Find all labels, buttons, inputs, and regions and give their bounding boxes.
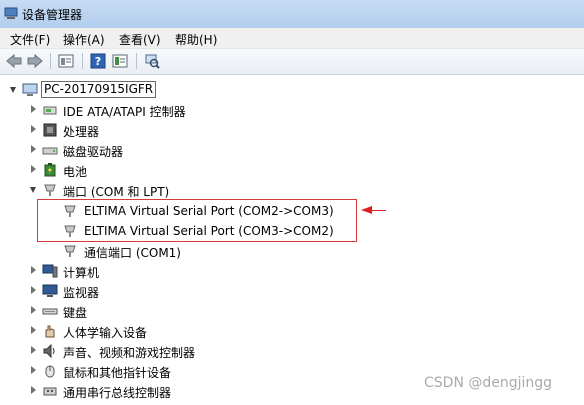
port-icon <box>44 184 56 196</box>
tree-item-hid[interactable]: 人体学输入设备 <box>0 322 300 340</box>
forward-arrow-icon[interactable] <box>25 52 45 70</box>
expand-arrow-icon[interactable] <box>31 286 36 294</box>
toolbar-separator <box>82 53 83 69</box>
disk-drive-icon <box>42 147 58 155</box>
tree-item-label: 通信端口 (COM1) <box>84 246 181 260</box>
tree-item-ide[interactable]: IDE ATA/ATAPI 控制器 <box>0 101 300 119</box>
collapse-arrow-icon[interactable] <box>10 87 16 93</box>
computer-icon <box>22 83 38 96</box>
properties-icon[interactable] <box>56 52 76 70</box>
expand-arrow-icon[interactable] <box>31 306 36 314</box>
menu-view[interactable]: 查看(V) <box>119 31 161 48</box>
menu-action[interactable]: 操作(A) <box>63 31 105 48</box>
view-icon[interactable] <box>110 52 130 70</box>
tree-item-processor[interactable]: 处理器 <box>0 121 300 139</box>
tree-item-label: IDE ATA/ATAPI 控制器 <box>63 105 186 119</box>
tree-item-com1[interactable]: 通信端口 (COM1) <box>0 242 300 260</box>
expand-arrow-icon[interactable] <box>31 346 36 354</box>
tree-item-label: 计算机 <box>63 266 100 280</box>
menu-file[interactable]: 文件(F) <box>10 31 50 48</box>
battery-icon <box>44 163 56 177</box>
tree-item-label: 端口 (COM 和 LPT) <box>63 185 170 199</box>
keyboard-icon <box>42 308 58 315</box>
expand-arrow-icon[interactable] <box>31 326 36 334</box>
tree-root-label: PC-20170915IGFR <box>41 81 157 98</box>
mouse-icon <box>45 365 55 378</box>
tree-item-computer[interactable]: 计算机 <box>0 262 300 280</box>
tree-item-ports[interactable]: 端口 (COM 和 LPT) <box>0 181 300 199</box>
highlight-box <box>37 199 357 242</box>
menu-bar: 文件(F) 操作(A) 查看(V) 帮助(H) <box>0 28 584 49</box>
help-icon[interactable]: ? <box>88 52 108 70</box>
tree-item-keyboard[interactable]: 键盘 <box>0 302 300 320</box>
tree-item-monitor[interactable]: 监视器 <box>0 282 300 300</box>
tree-item-label: 鼠标和其他指针设备 <box>63 366 172 380</box>
expand-arrow-icon[interactable] <box>31 105 36 113</box>
sound-icon <box>43 343 55 359</box>
tree-item-label: 磁盘驱动器 <box>63 145 124 159</box>
tree-item-label: 键盘 <box>63 306 88 320</box>
monitor-icon <box>42 284 58 297</box>
device-manager-icon <box>4 7 18 19</box>
red-arrow-line <box>372 210 386 211</box>
processor-icon <box>43 123 57 137</box>
tree-item-disk[interactable]: 磁盘驱动器 <box>0 141 300 159</box>
device-tree: PC-20170915IGFR IDE ATA/ATAPI 控制器 处理器 磁盘… <box>0 75 584 405</box>
toolbar-separator <box>136 53 137 69</box>
toolbar-separator <box>50 53 51 69</box>
tree-item-label: 声音、视频和游戏控制器 <box>63 346 196 360</box>
toolbar: ? <box>0 49 584 75</box>
tree-item-mouse[interactable]: 鼠标和其他指针设备 <box>0 362 300 380</box>
svg-text:?: ? <box>95 55 101 68</box>
tree-item-battery[interactable]: 电池 <box>0 161 300 179</box>
window-title: 设备管理器 <box>22 8 83 22</box>
expand-arrow-icon[interactable] <box>31 145 36 153</box>
collapse-arrow-icon[interactable] <box>30 187 36 193</box>
tree-item-label: 处理器 <box>63 125 100 139</box>
menu-help[interactable]: 帮助(H) <box>175 31 217 48</box>
expand-arrow-icon[interactable] <box>31 266 36 274</box>
tree-item-sound[interactable]: 声音、视频和游戏控制器 <box>0 342 300 360</box>
tree-item-label: 人体学输入设备 <box>63 326 148 340</box>
hid-icon <box>45 325 55 338</box>
back-arrow-icon[interactable] <box>4 52 24 70</box>
tree-item-usb[interactable]: 通用串行总线控制器 <box>0 382 300 400</box>
ide-controller-icon <box>43 106 57 115</box>
computer-icon <box>42 264 58 278</box>
title-bar: 设备管理器 <box>0 0 584 28</box>
scan-hardware-icon[interactable] <box>142 52 162 70</box>
port-icon <box>64 245 76 257</box>
expand-arrow-icon[interactable] <box>31 125 36 133</box>
expand-arrow-icon[interactable] <box>31 386 36 394</box>
usb-icon <box>43 387 57 396</box>
expand-arrow-icon[interactable] <box>31 165 36 173</box>
expand-arrow-icon[interactable] <box>31 366 36 374</box>
tree-item-label: 电池 <box>63 165 88 179</box>
tree-item-label: 监视器 <box>63 286 100 300</box>
watermark: CSDN @dengjingg <box>424 375 553 391</box>
red-arrow-head-icon <box>361 206 372 214</box>
tree-item-label: 通用串行总线控制器 <box>63 386 172 400</box>
tree-root[interactable]: PC-20170915IGFR <box>0 81 300 99</box>
